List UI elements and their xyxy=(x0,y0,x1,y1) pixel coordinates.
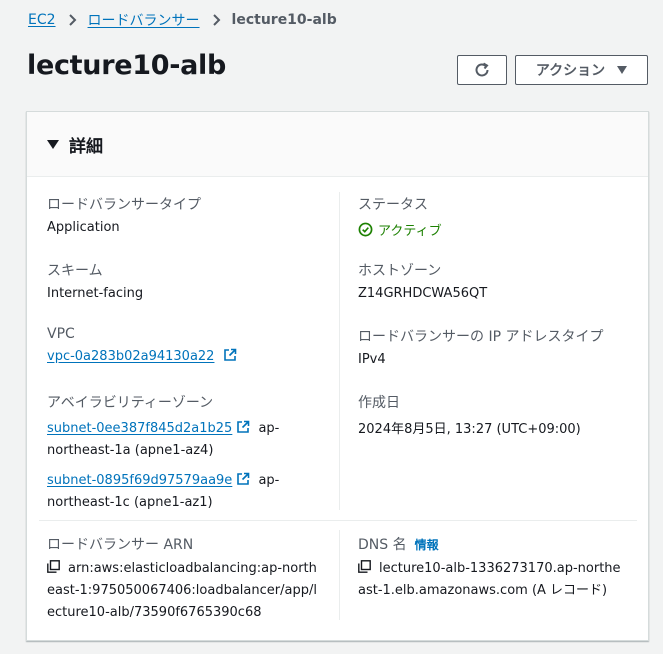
lb-type-value: Application xyxy=(47,220,120,235)
details-panel: 詳細 ロードバランサータイプ Application ステータス アクティブ ス… xyxy=(26,111,649,641)
breadcrumb-current: lecture10-alb xyxy=(231,12,337,28)
created-label: 作成日 xyxy=(358,395,400,411)
ip-type-value: IPv4 xyxy=(358,352,386,367)
caret-down-icon xyxy=(617,66,628,74)
scheme-field: スキーム Internet-facing xyxy=(47,260,143,301)
details-panel-header[interactable]: 詳細 xyxy=(27,112,648,177)
breadcrumb-load-balancers-link[interactable]: ロードバランサー xyxy=(88,10,200,30)
vpc-link[interactable]: vpc-0a283b02a94130a22 xyxy=(47,349,214,364)
details-panel-title: 詳細 xyxy=(69,136,103,157)
actions-label: アクション xyxy=(535,63,606,79)
created-value: 2024年8月5日, 13:27 (UTC+09:00) xyxy=(358,422,581,437)
breadcrumb-ec2-link[interactable]: EC2 xyxy=(28,12,56,28)
caret-down-icon xyxy=(47,139,59,149)
section-divider xyxy=(39,520,637,521)
created-field: 作成日 2024年8月5日, 13:27 (UTC+09:00) xyxy=(358,392,581,437)
dns-field: DNS 名情報 lecture10-alb-1336273170.ap-nort… xyxy=(358,534,638,602)
scheme-value: Internet-facing xyxy=(47,286,144,301)
subnet-link[interactable]: subnet-0895f69d97579aa9e xyxy=(47,473,232,488)
vpc-value: vpc-0a283b02a94130a22 xyxy=(47,348,237,364)
vpc-label: VPC xyxy=(47,326,75,342)
hosted-zone-value: Z14GRHDCWA56QT xyxy=(358,286,488,301)
check-circle-icon xyxy=(358,222,373,237)
arn-line: ecture10-alb/73590f6765390c68 xyxy=(47,605,262,620)
az-label: アベイラビリティーゾーン xyxy=(47,395,214,411)
subnet-zone: northeast-1a (apne1-az4) xyxy=(47,443,214,458)
page-title: lecture10-alb xyxy=(27,50,227,81)
status-field: ステータス アクティブ xyxy=(358,194,442,239)
dns-line: lecture10-alb-1336273170.ap-northe xyxy=(379,561,621,576)
info-link[interactable]: 情報 xyxy=(415,538,439,552)
actions-dropdown-button[interactable]: アクション xyxy=(515,55,648,85)
dns-line: ast-1.elb.amazonaws.com (A レコード) xyxy=(358,583,608,598)
breadcrumb: EC2 ロードバランサー lecture10-alb xyxy=(28,10,337,30)
arn-label: ロードバランサー ARN xyxy=(47,537,194,553)
lb-type-field: ロードバランサータイプ Application xyxy=(47,194,201,235)
az-field: アベイラビリティーゾーン subnet-0ee387f845d2a1b25 ap… xyxy=(47,392,317,514)
refresh-icon xyxy=(475,62,489,77)
chevron-right-icon xyxy=(212,14,220,26)
column-divider xyxy=(339,530,340,620)
external-link-icon[interactable] xyxy=(236,472,250,486)
copy-icon[interactable] xyxy=(358,560,371,573)
column-divider xyxy=(339,192,340,510)
external-link-icon[interactable] xyxy=(236,420,250,434)
external-link-icon[interactable] xyxy=(223,348,237,362)
status-value: アクティブ xyxy=(358,220,442,239)
subnet-zone-prefix: ap- xyxy=(258,473,280,488)
subnet-zone: northeast-1c (apne1-az1) xyxy=(47,495,213,510)
scheme-label: スキーム xyxy=(47,263,103,279)
lb-type-label: ロードバランサータイプ xyxy=(47,197,201,213)
az-subnet-2: subnet-0895f69d97579aa9e ap- northeast-1… xyxy=(47,470,317,514)
arn-line: east-1:975050067406:loadbalancer/app/l xyxy=(47,583,317,598)
subnet-zone-prefix: ap- xyxy=(258,421,280,436)
hosted-zone-label: ホストゾーン xyxy=(358,263,442,279)
dns-label: DNS 名 xyxy=(358,537,407,553)
chevron-right-icon xyxy=(68,14,76,26)
copy-icon[interactable] xyxy=(47,560,60,573)
subnet-link[interactable]: subnet-0ee387f845d2a1b25 xyxy=(47,421,232,436)
dns-label-row: DNS 名情報 xyxy=(358,534,638,554)
status-text: アクティブ xyxy=(378,224,442,239)
arn-value: arn:aws:elasticloadbalancing:ap-north ea… xyxy=(47,558,327,624)
refresh-button[interactable] xyxy=(457,55,507,85)
vpc-field: VPC vpc-0a283b02a94130a22 xyxy=(47,326,237,364)
dns-value: lecture10-alb-1336273170.ap-northe ast-1… xyxy=(358,558,638,602)
hosted-zone-field: ホストゾーン Z14GRHDCWA56QT xyxy=(358,260,487,301)
ip-type-field: ロードバランサーの IP アドレスタイプ IPv4 xyxy=(358,326,603,367)
ip-type-label: ロードバランサーの IP アドレスタイプ xyxy=(358,329,604,345)
status-label: ステータス xyxy=(358,197,428,213)
az-subnet-1: subnet-0ee387f845d2a1b25 ap- northeast-1… xyxy=(47,418,317,462)
arn-field: ロードバランサー ARN arn:aws:elasticloadbalancin… xyxy=(47,534,327,624)
arn-line: arn:aws:elasticloadbalancing:ap-north xyxy=(68,561,317,576)
